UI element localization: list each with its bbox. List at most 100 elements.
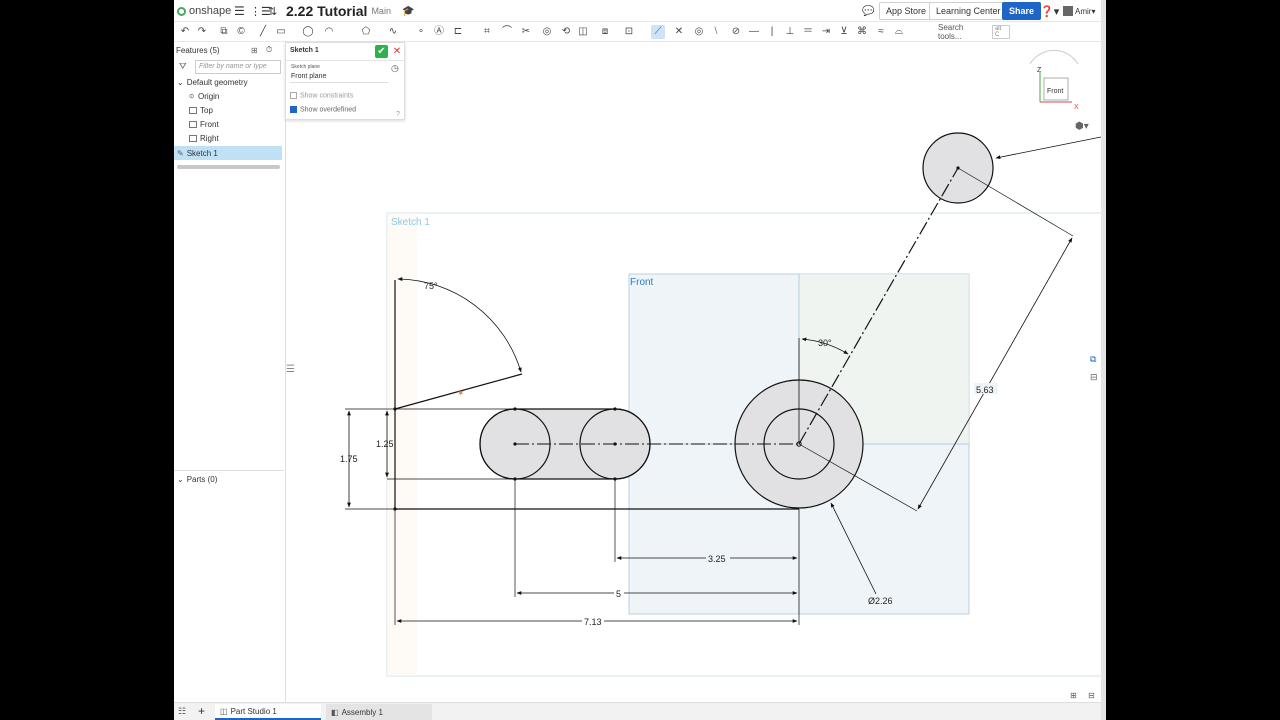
sketch-plane-field[interactable]: Front plane [290, 71, 388, 83]
tree-item-right[interactable]: Right [189, 131, 299, 145]
appearance-panel-icon[interactable]: ⧉ [1090, 355, 1097, 365]
share-button[interactable]: Share [1002, 2, 1042, 20]
vertex[interactable] [513, 442, 517, 446]
concentric-constraint-icon[interactable]: ◎ [692, 25, 706, 39]
undo-icon[interactable]: ↶ [178, 25, 192, 39]
dim-125-label[interactable]: 1.25 [376, 439, 394, 449]
vertex[interactable] [613, 442, 617, 446]
point-tool-icon[interactable]: ∘ [414, 25, 428, 39]
render-mode-icon[interactable]: ⊞ [1070, 691, 1077, 700]
pattern-tool-icon[interactable]: ◫ [576, 25, 590, 39]
mirror-tool-icon[interactable]: ⟲ [559, 25, 573, 39]
dim-175-label[interactable]: 1.75 [340, 454, 358, 464]
angle-75-label[interactable]: 75° [424, 281, 438, 291]
tab-part-studio-1[interactable]: ◫ Part Studio 1 [215, 704, 321, 720]
hamburger-menu-icon[interactable]: ☰ [234, 0, 245, 22]
vertex[interactable] [513, 407, 517, 411]
arc-tool-icon[interactable]: ◠ [322, 25, 336, 39]
add-tab-icon[interactable]: + [198, 704, 205, 718]
parallel-constraint-icon[interactable]: ⧵ [709, 25, 723, 39]
line-tool-icon[interactable]: ╱ [256, 25, 270, 39]
copy-icon[interactable]: ⧉ [217, 25, 231, 39]
transform-tool-icon[interactable]: ⧈ [598, 25, 612, 39]
help-icon[interactable]: ❓▾ [1040, 0, 1059, 22]
circle-tool-icon[interactable]: ◯ [301, 25, 315, 39]
dim-325-label[interactable]: 3.25 [708, 554, 726, 564]
rectangle-tool-icon[interactable]: ▭ [274, 25, 288, 39]
tree-item-top[interactable]: Top [189, 103, 299, 117]
view-cube[interactable]: Front Z X [1029, 49, 1079, 111]
paste-icon[interactable]: © [234, 25, 248, 39]
show-overdefined-checkbox[interactable] [290, 106, 297, 113]
text-tool-icon[interactable]: Ⓐ [432, 25, 446, 39]
feature-filter-input[interactable]: Filter by name or type [195, 60, 281, 74]
measure-panel-icon[interactable]: ⊟ [1090, 373, 1098, 383]
sketch-canvas[interactable]: Sketch 1 Front ✶ 75° 30° 1.25 1.75 3.25 … [286, 42, 1106, 702]
view-cube-label[interactable]: Front [1047, 88, 1063, 95]
tree-item-front[interactable]: Front [189, 117, 299, 131]
help-icon[interactable]: ? [396, 111, 400, 118]
tangent-alt-constraint-icon[interactable]: ⊘ [729, 25, 743, 39]
vertex[interactable] [613, 407, 617, 411]
search-tools-input[interactable]: Search tools... alt C [934, 23, 1010, 41]
offset-tool-icon[interactable]: ◎ [540, 25, 554, 39]
show-constraints-option[interactable]: Show constraints [290, 92, 353, 99]
tree-item-origin[interactable]: ⊙ Origin [189, 89, 299, 103]
top-right-leader[interactable] [995, 135, 1106, 160]
learning-center-button[interactable]: Learning Center [929, 2, 1008, 20]
app-store-button[interactable]: App Store [879, 2, 934, 20]
tree-item-label: Sketch 1 [186, 148, 218, 158]
show-constraints-checkbox[interactable] [290, 92, 297, 99]
use-tool-icon[interactable]: ⊡ [622, 25, 636, 39]
dimension-tool-icon[interactable]: ⌗ [480, 25, 494, 39]
versions-icon[interactable]: ⇅ [268, 0, 277, 22]
cancel-button[interactable]: ✕ [392, 45, 402, 58]
history-icon[interactable]: ◷ [391, 63, 399, 74]
tab-label: Assembly 1 [341, 707, 383, 717]
feature-list-scrollbar[interactable] [177, 165, 280, 169]
collapse-panel-icon[interactable]: ☰ [286, 364, 295, 375]
redo-icon[interactable]: ↷ [195, 25, 209, 39]
rollback-timer-icon[interactable]: ⏱ [266, 45, 272, 55]
graphics-area[interactable]: Sketch 1 Front ✶ 75° 30° 1.25 1.75 3.25 … [286, 42, 1106, 702]
graduation-cap-icon[interactable]: 🎓 [402, 0, 414, 22]
view-cube-rotate-ring[interactable] [1029, 49, 1079, 65]
spline-tool-icon[interactable]: ∿ [386, 25, 400, 39]
show-overdefined-option[interactable]: Show overdefined [290, 106, 356, 113]
midpoint-constraint-icon[interactable]: ⇥ [819, 25, 833, 39]
horizontal-constraint-icon[interactable]: — [747, 25, 761, 39]
filter-icon[interactable]: ⛛ [179, 61, 187, 72]
coincident-constraint-icon[interactable]: ✕ [672, 25, 686, 39]
tangent-constraint-icon[interactable]: ⟋ [651, 25, 665, 39]
selection-filter-icon[interactable]: ⊟ [1088, 691, 1095, 700]
comment-icon[interactable]: 💬 [862, 0, 874, 22]
parts-group[interactable]: ⌄ Parts (0) [177, 472, 287, 486]
construction-tool-icon[interactable]: ⊏ [451, 25, 465, 39]
dim-563-label[interactable]: 5.63 [976, 385, 994, 395]
document-title[interactable]: 2.22 Tutorial [286, 3, 367, 19]
accept-button[interactable]: ✔ [375, 45, 388, 58]
perpendicular-constraint-icon[interactable]: ⊥ [783, 25, 797, 39]
user-menu[interactable]: Amir ▾ [1063, 0, 1095, 22]
onshape-logo[interactable]: onshape [177, 0, 231, 22]
symmetric-constraint-icon[interactable]: ≈ [874, 25, 888, 39]
dim-713-label[interactable]: 7.13 [584, 617, 602, 627]
equal-constraint-icon[interactable]: ＝ [801, 25, 815, 39]
branch-name[interactable]: Main [371, 6, 391, 16]
pierce-constraint-icon[interactable]: ⌘ [855, 25, 869, 39]
default-geometry-group[interactable]: ⌄ Default geometry [177, 75, 287, 89]
fix-constraint-icon[interactable]: ⌓ [892, 25, 906, 39]
view-options-icon[interactable]: ⬢▾ [1075, 121, 1089, 132]
vertical-constraint-icon[interactable]: | [765, 25, 779, 39]
add-folder-icon[interactable]: ⊞ [251, 46, 258, 55]
trim-tool-icon[interactable]: ✂ [519, 25, 533, 39]
tab-menu-icon[interactable]: ☷ [178, 706, 186, 717]
diameter-label[interactable]: Ø2.26 [868, 596, 893, 606]
dim-5-label[interactable]: 5 [616, 589, 621, 599]
angle-30-label[interactable]: 30° [818, 338, 832, 348]
normal-constraint-icon[interactable]: ⊻ [837, 25, 851, 39]
tree-item-sketch-1[interactable]: ✎ Sketch 1 [174, 146, 282, 160]
tab-assembly-1[interactable]: ◧ Assembly 1 [326, 704, 432, 720]
polygon-tool-icon[interactable]: ⬠ [359, 25, 373, 39]
fillet-tool-icon[interactable]: ⌒ [500, 25, 514, 39]
